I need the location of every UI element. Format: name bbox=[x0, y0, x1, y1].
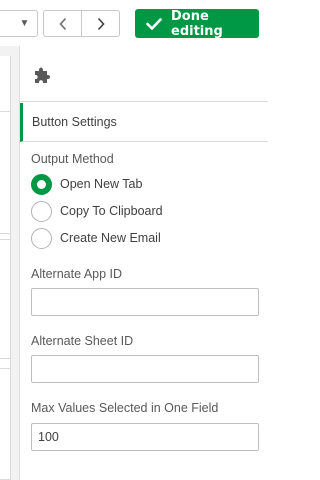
sheet-card bbox=[0, 239, 10, 359]
top-toolbar: ▼ Done editing bbox=[0, 0, 267, 46]
radio-open-new-tab[interactable]: Open New Tab bbox=[31, 173, 142, 195]
radio-label: Create New Email bbox=[60, 231, 161, 245]
alternate-app-id-label: Alternate App ID bbox=[31, 267, 123, 281]
radio-create-new-email[interactable]: Create New Email bbox=[31, 227, 161, 249]
alternate-app-id-input[interactable] bbox=[31, 288, 259, 316]
section-title: Button Settings bbox=[32, 115, 117, 129]
radio-label: Copy To Clipboard bbox=[60, 204, 163, 218]
chevron-right-icon bbox=[97, 17, 105, 30]
output-method-label: Output Method bbox=[31, 152, 114, 166]
checkmark-icon bbox=[146, 17, 162, 30]
sheet-object-edge bbox=[0, 56, 11, 480]
puzzle-piece-icon bbox=[35, 67, 50, 83]
sheet-card bbox=[0, 368, 10, 480]
alternate-sheet-id-label: Alternate Sheet ID bbox=[31, 334, 134, 348]
properties-panel: Button Settings Output Method Open New T… bbox=[19, 46, 268, 480]
next-sheet-button[interactable] bbox=[81, 10, 120, 37]
previous-sheet-button[interactable] bbox=[43, 10, 82, 37]
caret-down-icon: ▼ bbox=[19, 18, 30, 29]
alternate-sheet-id-input[interactable] bbox=[31, 355, 259, 383]
sheet-card bbox=[0, 111, 10, 234]
panel-header bbox=[20, 46, 268, 102]
done-editing-label: Done editing bbox=[171, 8, 223, 39]
radio-circle bbox=[31, 200, 52, 222]
max-values-input[interactable] bbox=[31, 423, 259, 451]
chevron-left-icon bbox=[58, 17, 66, 30]
radio-copy-to-clipboard[interactable]: Copy To Clipboard bbox=[31, 200, 163, 222]
radio-label: Open New Tab bbox=[60, 177, 143, 191]
done-editing-button[interactable]: Done editing bbox=[135, 8, 259, 39]
radio-circle-selected bbox=[31, 173, 52, 195]
radio-circle bbox=[31, 227, 52, 249]
toolbar-dropdown-button[interactable]: ▼ bbox=[0, 10, 38, 37]
button-settings-section-header[interactable]: Button Settings bbox=[20, 103, 268, 142]
max-values-label: Max Values Selected in One Field bbox=[31, 401, 219, 415]
